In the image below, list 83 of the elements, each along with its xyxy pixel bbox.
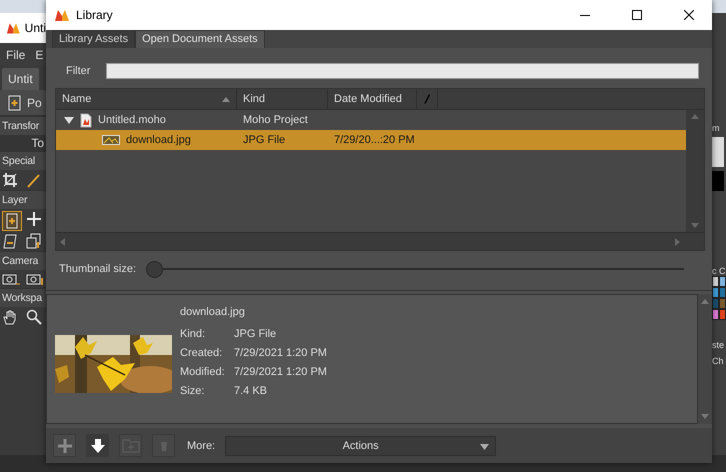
file-name: Untitled.moho [98, 114, 166, 126]
app-title: Unti [24, 21, 46, 35]
panel-title: Camera [2, 255, 38, 267]
scroll-left-icon[interactable] [60, 238, 65, 246]
scroll-down-icon[interactable] [691, 223, 699, 228]
add-button[interactable] [53, 434, 76, 457]
field-value: 7/29/2021 1:20 PM [234, 366, 327, 378]
color-well[interactable] [712, 137, 724, 167]
search-icon[interactable] [26, 309, 42, 325]
column-header[interactable]: Name [56, 89, 237, 109]
thumbnail-size-label: Thumbnail size: [59, 263, 136, 275]
document-icon [80, 112, 92, 128]
minimize-icon [580, 14, 590, 16]
scroll-up-icon[interactable] [701, 299, 709, 304]
caret-icon [480, 444, 490, 450]
field-label: Kind: [180, 328, 206, 340]
file-kind: Moho Project [243, 114, 308, 126]
new-folder-icon [122, 438, 140, 453]
file-name: download.jpg [126, 134, 191, 146]
color-swatch[interactable] [712, 309, 719, 320]
field-value: JPG File [234, 328, 278, 340]
color-swatch[interactable] [712, 276, 719, 287]
color-swatch[interactable] [719, 276, 726, 287]
more-label: More: [187, 440, 216, 452]
camera-icon[interactable] [26, 272, 44, 286]
panel-title: Workspa [2, 292, 42, 304]
hand-icon[interactable] [2, 309, 18, 325]
filter-field[interactable] [106, 63, 700, 79]
close-icon [684, 10, 694, 20]
field-label: Modified: [180, 366, 226, 378]
panel-title: Special [2, 155, 36, 167]
field-label: Created: [180, 347, 224, 359]
panel-label: c C [712, 266, 726, 276]
filter-label: Filter [66, 65, 90, 77]
tab[interactable]: Library Assets [52, 30, 136, 48]
actions-dropdown[interactable]: Actions [225, 436, 496, 456]
table-row[interactable]: Untitled.moho Moho Project [56, 110, 686, 130]
window-title: Library [76, 8, 113, 22]
scroll-right-icon[interactable] [675, 238, 680, 246]
color-swatch[interactable] [719, 309, 726, 320]
crop-icon[interactable] [2, 172, 18, 188]
color-swatch[interactable] [719, 298, 726, 309]
table-row[interactable]: download.jpg JPG File 7/29/20...:20 PM [56, 130, 686, 150]
field-value: 7.4 KB [234, 385, 268, 397]
field-value: 7/29/2021 1:20 PM [234, 347, 327, 359]
layer-icon[interactable] [2, 211, 22, 231]
import-button[interactable] [86, 434, 109, 457]
menu-item[interactable]: File [6, 48, 26, 62]
panel-label: Ch [712, 356, 725, 366]
tool-button[interactable]: To [0, 135, 46, 151]
menu-item[interactable]: E [35, 48, 44, 62]
scroll-up-icon[interactable] [691, 114, 699, 119]
date-modified: 7/29/20...:20 PM [334, 134, 415, 146]
color-well[interactable] [712, 171, 724, 191]
preview-filename: download.jpg [180, 306, 246, 318]
slider-thumb[interactable] [146, 260, 164, 278]
scroll-down-icon[interactable] [701, 414, 709, 419]
color-swatch[interactable] [712, 287, 719, 298]
app-logo-icon [54, 8, 70, 22]
down-arrow-icon [90, 438, 104, 454]
plus-icon[interactable] [26, 211, 42, 227]
app-logo-icon [6, 21, 21, 35]
panel-label: ste [712, 340, 726, 350]
tab[interactable]: Open Document Assets [135, 30, 265, 48]
color-swatch[interactable] [719, 287, 726, 298]
plus-icon [56, 438, 72, 454]
camera-icon[interactable] [2, 272, 20, 286]
field-label: Size: [180, 385, 206, 397]
panel-title: Transfor [2, 120, 40, 132]
panel-title: Layer [2, 194, 28, 206]
document-tab[interactable]: Untit [2, 68, 39, 90]
tool-label: Po [27, 96, 42, 110]
column-header[interactable]: Date Modified [328, 89, 417, 109]
document-icon[interactable] [8, 94, 22, 110]
sort-icon [222, 96, 230, 102]
panel-label: m [712, 123, 720, 133]
color-swatch[interactable] [712, 298, 719, 309]
column-header[interactable]: Kind [237, 89, 328, 109]
wand-icon[interactable] [26, 172, 42, 188]
maximize-icon [632, 10, 642, 20]
layers-icon[interactable] [26, 233, 42, 249]
image-file-icon [102, 135, 120, 145]
file-kind: JPG File [243, 134, 286, 146]
